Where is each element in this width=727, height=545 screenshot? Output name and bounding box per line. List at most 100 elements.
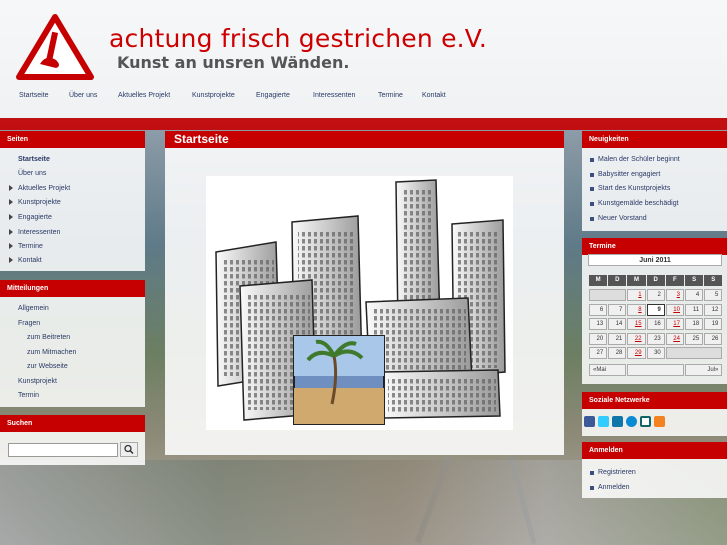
calendar-day: 16 (646, 318, 665, 331)
nav-kunstprojekte[interactable]: Kunstprojekte (192, 92, 235, 99)
twitter-icon[interactable] (598, 416, 609, 427)
category-kunstprojekt[interactable]: Kunstprojekt (18, 378, 57, 385)
sidebar-item-ueber-uns[interactable]: Über uns (18, 170, 46, 177)
sidebar-item-interessenten[interactable]: Interessenten (18, 229, 60, 236)
expand-arrow-icon[interactable] (9, 229, 13, 235)
calendar-day-event[interactable]: 24 (665, 332, 684, 345)
nav-engagierte[interactable]: Engagierte (256, 92, 290, 99)
calendar-weekday: D (646, 275, 665, 286)
site-header: achtung frisch gestrichen e.V. Kunst an … (0, 0, 727, 118)
calendar-day: 25 (685, 332, 704, 345)
calendar-weekday: D (608, 275, 627, 286)
calendar-day: 2 (646, 289, 665, 301)
calendar-day-event[interactable]: 10 (665, 303, 684, 316)
login-link[interactable]: Anmelden (598, 484, 630, 491)
calendar-day-event[interactable]: 22 (627, 332, 646, 345)
calendar-day-event[interactable]: 15 (627, 318, 646, 331)
calendar-day-event[interactable]: 1 (627, 289, 646, 301)
anmelden-heading: Anmelden (582, 442, 727, 459)
mitteilungen-heading: Mitteilungen (0, 280, 145, 297)
news-item[interactable]: Neuer Vorstand (598, 215, 647, 222)
calendar-day: 12 (704, 303, 723, 316)
sidebar-item-engagierte[interactable]: Engagierte (18, 214, 52, 221)
category-fragen[interactable]: Fragen (18, 320, 40, 327)
nav-termine[interactable]: Termine (378, 92, 403, 99)
search-input[interactable] (8, 443, 118, 457)
termine-heading: Termine (582, 238, 727, 255)
calendar-prev-month[interactable]: «Mai (589, 364, 627, 376)
rss-icon[interactable] (654, 416, 665, 427)
soziale-heading: Soziale Netzwerke (582, 392, 727, 409)
facebook-icon[interactable] (584, 416, 595, 427)
logo-warning-triangle-icon[interactable] (16, 14, 94, 80)
skype-icon[interactable] (626, 416, 637, 427)
search-icon (124, 444, 134, 455)
site-subtitle: Kunst an unsren Wänden. (117, 53, 350, 72)
nav-aktuelles-projekt[interactable]: Aktuelles Projekt (118, 92, 170, 99)
calendar-day: 11 (685, 303, 704, 316)
expand-arrow-icon[interactable] (9, 185, 13, 191)
calendar-day: 5 (704, 289, 723, 301)
calendar-empty-cell (589, 289, 627, 301)
suchen-panel: Suchen (0, 415, 145, 465)
nav-kontakt[interactable]: Kontakt (422, 92, 446, 99)
calendar-day: 9 (646, 303, 665, 316)
news-item[interactable]: Kunstgemälde beschädigt (598, 200, 679, 207)
sidebar-item-kontakt[interactable]: Kontakt (18, 257, 42, 264)
calendar-day: 4 (685, 289, 704, 301)
search-button[interactable] (120, 442, 138, 457)
linkedin-icon[interactable] (612, 416, 623, 427)
calendar-nav-spacer (627, 364, 684, 376)
page-title: Startseite (165, 131, 564, 148)
category-termin[interactable]: Termin (18, 392, 39, 399)
news-item[interactable]: Babysitter engagiert (598, 171, 660, 178)
calendar-next-month[interactable]: Jul» (685, 364, 723, 376)
calendar-day: 21 (608, 332, 627, 345)
bullet-icon (590, 471, 594, 475)
expand-arrow-icon[interactable] (9, 243, 13, 249)
calendar-day-event[interactable]: 8 (627, 303, 646, 316)
neuigkeiten-panel: Neuigkeiten Malen der Schüler beginnt Ba… (582, 131, 727, 231)
expand-arrow-icon[interactable] (9, 214, 13, 220)
nav-startseite[interactable]: Startseite (19, 92, 49, 99)
news-item[interactable]: Start des Kunstprojekts (598, 185, 670, 192)
bullet-icon (590, 158, 594, 162)
calendar-day: 30 (646, 347, 665, 360)
seiten-panel: Seiten Startseite Über uns Aktuelles Pro… (0, 131, 145, 271)
bullet-icon (590, 217, 594, 221)
sidebar-item-termine[interactable]: Termine (18, 243, 43, 250)
expand-arrow-icon[interactable] (9, 199, 13, 205)
calendar-day: 19 (704, 318, 723, 331)
register-link[interactable]: Registrieren (598, 469, 636, 476)
category-zum-mitmachen[interactable]: zum Mitmachen (27, 349, 76, 356)
calendar-month: Juni 2011 (588, 254, 722, 266)
sidebar-item-aktuelles-projekt[interactable]: Aktuelles Projekt (18, 185, 70, 192)
calendar-day: 27 (589, 347, 608, 360)
calendar-day: 26 (704, 332, 723, 345)
calendar-empty-cell (665, 347, 723, 360)
suchen-heading: Suchen (0, 415, 145, 432)
calendar-weekday: M (589, 275, 608, 286)
nav-interessenten[interactable]: Interessenten (313, 92, 355, 99)
expand-arrow-icon[interactable] (9, 257, 13, 263)
calendar-day: 18 (685, 318, 704, 331)
sidebar-item-kunstprojekte[interactable]: Kunstprojekte (18, 199, 61, 206)
bullet-icon (590, 486, 594, 490)
calendar-day-event[interactable]: 3 (665, 289, 684, 301)
calendar-day-event[interactable]: 17 (665, 318, 684, 331)
news-item[interactable]: Malen der Schüler beginnt (598, 156, 680, 163)
nav-ueber-uns[interactable]: Über uns (69, 92, 97, 99)
sidebar-item-startseite[interactable]: Startseite (18, 156, 50, 163)
calendar-weekday: F (665, 275, 684, 286)
xing-icon[interactable] (640, 416, 651, 427)
calendar-day-event[interactable]: 29 (627, 347, 646, 360)
mitteilungen-panel: Mitteilungen Allgemein Fragen zum Beitre… (0, 280, 145, 407)
calendar-day: 28 (608, 347, 627, 360)
site-title[interactable]: achtung frisch gestrichen e.V. (109, 24, 487, 53)
calendar-day: 23 (646, 332, 665, 345)
category-allgemein[interactable]: Allgemein (18, 305, 49, 312)
bullet-icon (590, 187, 594, 191)
category-zur-webseite[interactable]: zur Webseite (27, 363, 68, 370)
category-zum-beitreten[interactable]: zum Beitreten (27, 334, 70, 341)
calendar-day: 7 (608, 303, 627, 316)
